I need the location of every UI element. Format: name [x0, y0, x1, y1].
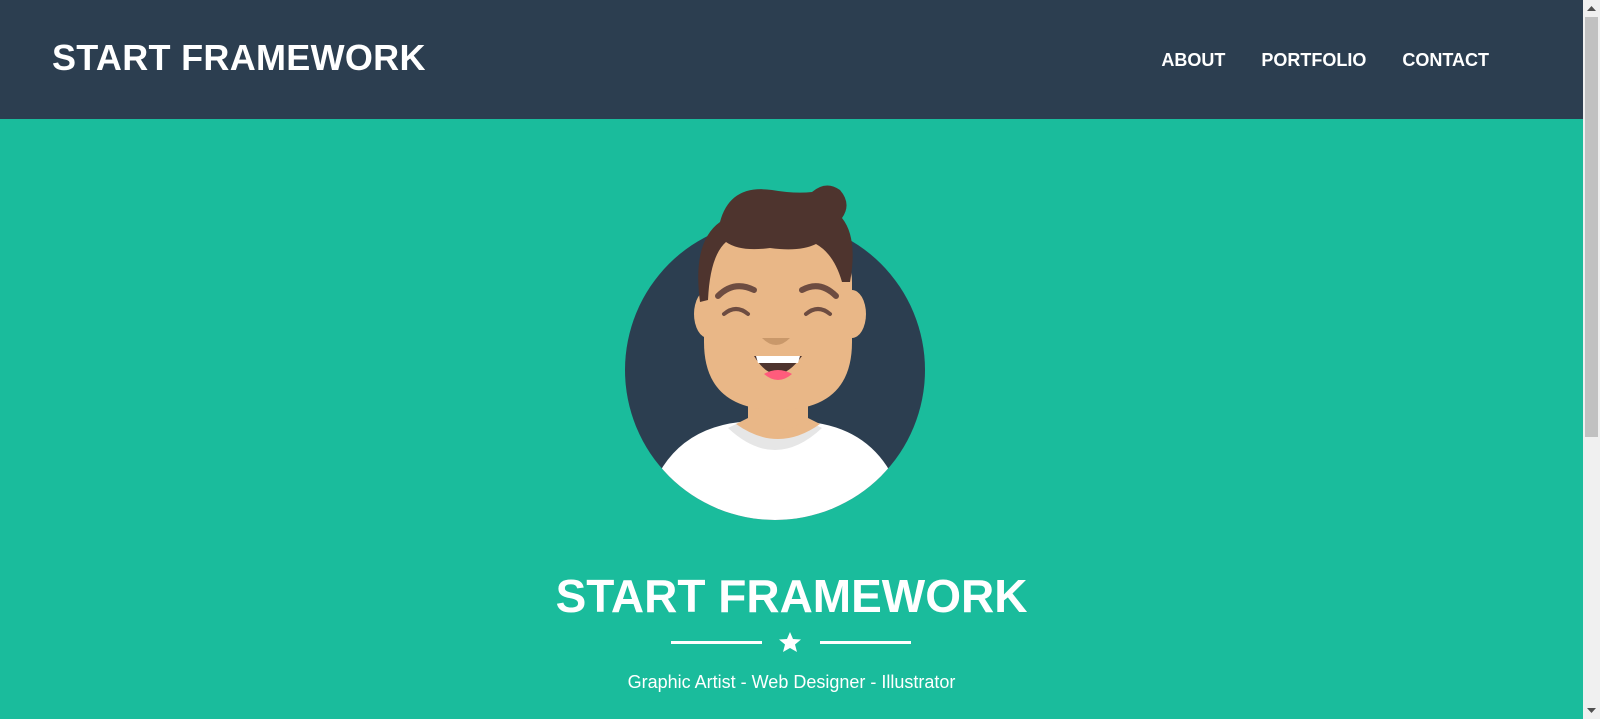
- brand-link[interactable]: START FRAMEWORK: [52, 40, 426, 76]
- page-scrollbar[interactable]: [1583, 0, 1600, 719]
- divider-line-left: [671, 641, 762, 644]
- hero-title: START FRAMEWORK: [555, 570, 1028, 622]
- avatar-icon: [625, 185, 925, 520]
- hero-section: START FRAMEWORK Graphic Artist - Web Des…: [0, 119, 1583, 719]
- nav-link-contact[interactable]: CONTACT: [1402, 51, 1489, 69]
- scrollbar-thumb[interactable]: [1585, 17, 1598, 437]
- divider-line-right: [820, 641, 911, 644]
- scroll-up-arrow-icon[interactable]: [1583, 0, 1600, 17]
- nav-link-about[interactable]: ABOUT: [1161, 51, 1225, 69]
- title-divider: [671, 631, 911, 653]
- navbar: START FRAMEWORK ABOUT PORTFOLIO CONTACT: [0, 0, 1583, 119]
- scroll-down-arrow-icon[interactable]: [1583, 702, 1600, 719]
- nav-link-portfolio[interactable]: PORTFOLIO: [1261, 51, 1366, 69]
- hero-subtitle: Graphic Artist - Web Designer - Illustra…: [627, 672, 956, 692]
- nav-links: ABOUT PORTFOLIO CONTACT: [1161, 51, 1489, 69]
- star-icon: [779, 632, 801, 652]
